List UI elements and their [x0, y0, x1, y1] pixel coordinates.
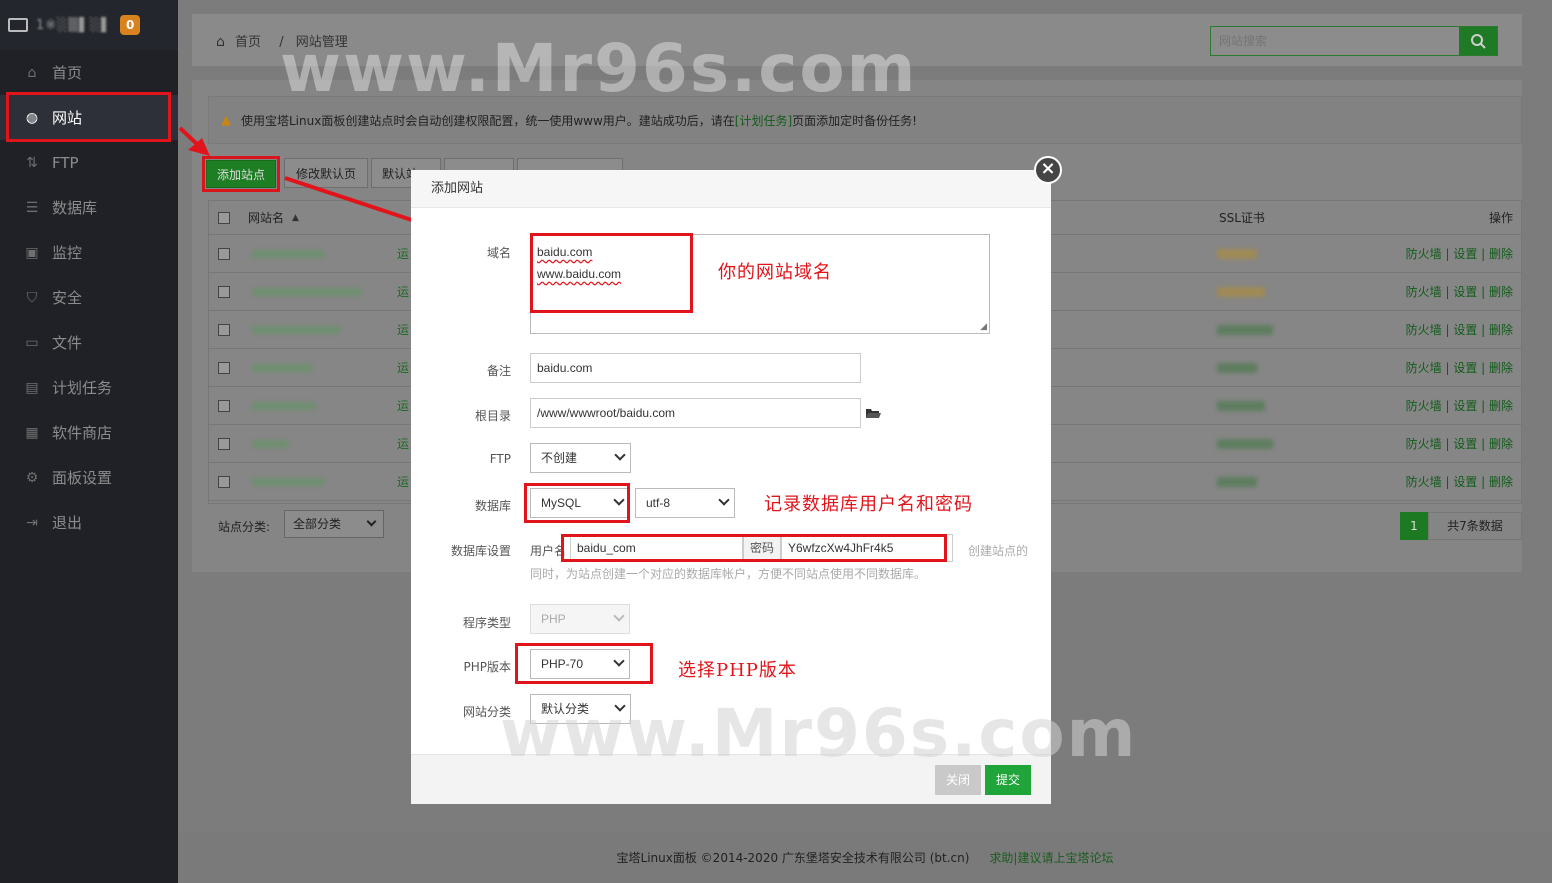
db-hint-2: 同时，为站点创建一个对应的数据库帐户，方便不同站点使用不同数据库。: [530, 567, 927, 581]
annotation-domain: 你的网站域名: [718, 262, 832, 283]
program-type-select: PHP: [530, 604, 630, 634]
charset-select-value: utf-8: [646, 496, 671, 510]
arrow-nav-to-add: [178, 126, 210, 156]
annotation-database: 记录数据库用户名和密码: [764, 494, 973, 515]
dialog-close-button[interactable]: ×: [1034, 156, 1062, 184]
charset-select[interactable]: utf-8: [635, 488, 735, 518]
dialog-footer: 关闭 提交: [411, 754, 1051, 804]
root-dir-input[interactable]: /www/wwwroot/baidu.com: [530, 398, 861, 428]
site-category-value: 默认分类: [541, 702, 590, 716]
dialog-title: 添加网站: [411, 170, 1051, 208]
submit-button[interactable]: 提交: [985, 765, 1031, 795]
chevron-down-icon: [614, 449, 626, 461]
folder-open-icon[interactable]: [865, 407, 881, 419]
db-settings-label: 数据库设置: [450, 544, 511, 558]
annotation-box-domain: [530, 233, 693, 313]
remark-input[interactable]: baidu.com: [530, 353, 861, 383]
ftp-select-value: 不创建: [541, 451, 578, 465]
site-category-label: 网站分类: [462, 705, 511, 719]
annotation-box-php: [515, 643, 653, 684]
chevron-down-icon: [718, 494, 730, 506]
annotation-box-database: [524, 483, 630, 523]
program-type-label: 程序类型: [462, 616, 511, 630]
annotation-php: 选择PHP版本: [678, 660, 797, 681]
root-dir-label: 根目录: [474, 409, 511, 423]
ftp-label: FTP: [489, 452, 511, 466]
resize-handle-icon[interactable]: ◢: [980, 322, 987, 331]
chevron-down-icon: [614, 700, 626, 712]
domain-label: 域名: [486, 246, 511, 260]
program-type-value: PHP: [541, 612, 566, 626]
annotation-box-db-credentials: [561, 534, 947, 562]
chevron-down-icon: [613, 610, 625, 622]
database-label: 数据库: [474, 499, 511, 513]
php-version-label: PHP版本: [463, 660, 512, 674]
add-site-dialog: 添加网站 域名 baidu.com www.baidu.com ◢ 你的网站域名…: [411, 170, 1051, 804]
remark-label: 备注: [486, 364, 511, 378]
site-category-select[interactable]: 默认分类: [530, 694, 631, 724]
ftp-select[interactable]: 不创建: [530, 443, 631, 473]
db-hint-1: 创建站点的: [968, 544, 1029, 558]
close-button[interactable]: 关闭: [935, 765, 981, 795]
